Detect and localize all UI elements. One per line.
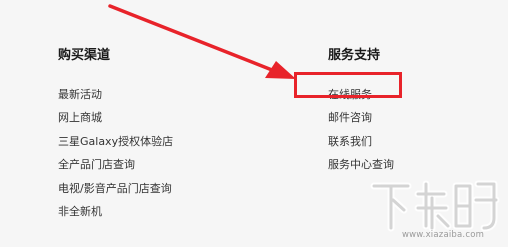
- purchase-channels-title: 购买渠道: [58, 48, 111, 63]
- link-contact-us[interactable]: 联系我们: [328, 130, 394, 153]
- watermark-site-text: www.xiazaiba.com: [402, 230, 485, 240]
- purchase-channels-section: 购买渠道 最新活动 网上商城 三星Galaxy授权体验店 全产品门店查询 电视/…: [58, 48, 173, 223]
- link-online-store[interactable]: 网上商城: [58, 106, 173, 129]
- highlight-box: [294, 72, 402, 98]
- link-email-inquiry[interactable]: 邮件咨询: [328, 106, 394, 129]
- link-non-new-devices[interactable]: 非全新机: [58, 200, 173, 223]
- link-latest-activity[interactable]: 最新活动: [58, 83, 173, 106]
- link-galaxy-authorized-store[interactable]: 三星Galaxy授权体验店: [58, 130, 173, 153]
- watermark-logo-icon: [370, 180, 500, 232]
- link-all-products-store-search[interactable]: 全产品门店查询: [58, 153, 173, 176]
- link-tv-av-store-search[interactable]: 电视/影音产品门店查询: [58, 177, 173, 200]
- service-support-title: 服务支持: [328, 48, 381, 63]
- link-service-center-search[interactable]: 服务中心查询: [328, 153, 394, 176]
- watermark-logo: www.xiazaiba.com: [368, 178, 504, 244]
- service-support-section: 服务支持 在线服务 邮件咨询 联系我们 服务中心查询: [328, 48, 394, 177]
- purchase-channels-list: 最新活动 网上商城 三星Galaxy授权体验店 全产品门店查询 电视/影音产品门…: [58, 83, 173, 223]
